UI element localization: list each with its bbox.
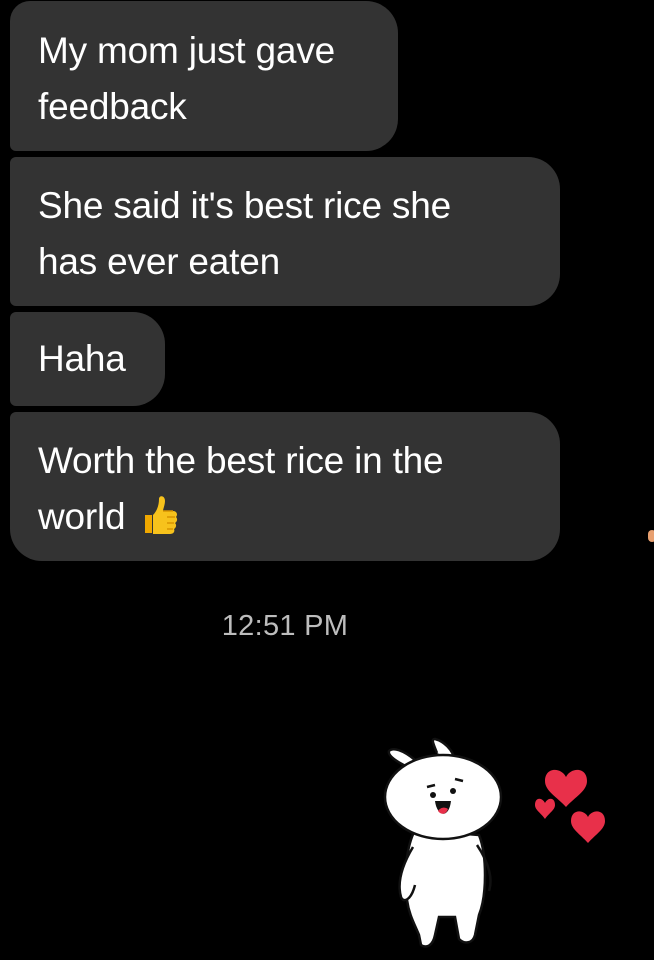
message-bubble[interactable]: Worth the best rice in the world [10,412,560,561]
message-text: My mom just gave [38,30,335,71]
message-timestamp: 12:51 PM [221,610,349,642]
message-text: has ever eaten [38,241,280,282]
message-bubble[interactable]: My mom just gave feedback [10,1,398,151]
chat-thread: My mom just gave feedback She said it's … [0,0,654,960]
bunny-with-hearts-sticker[interactable] [375,735,620,960]
message-text: world [38,496,126,537]
thumbs-up-icon [145,496,178,534]
message-text: Haha [38,338,126,379]
partial-reaction-icon [648,530,654,542]
message-bubble[interactable]: Haha [10,312,165,406]
message-text: Worth the best rice in the [38,440,444,481]
message-text: feedback [38,86,187,127]
message-bubble[interactable]: She said it's best rice she has ever eat… [10,157,560,306]
message-text: She said it's best rice she [38,185,451,226]
message-text-line: world [38,489,532,545]
